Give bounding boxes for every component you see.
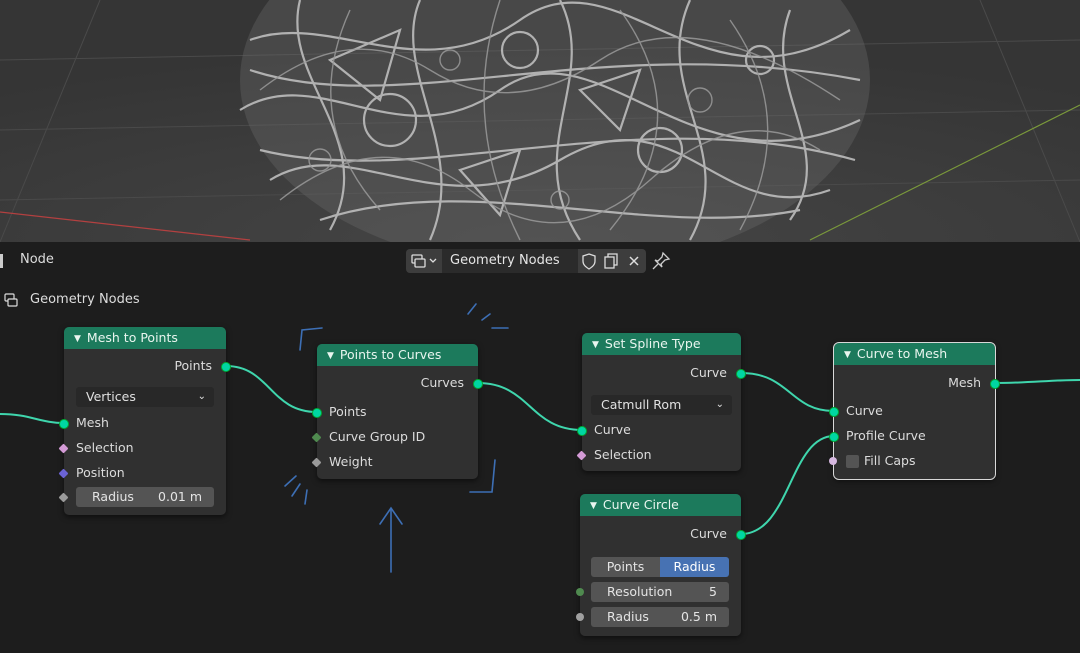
chevron-down-icon[interactable]: ▼ <box>844 344 851 366</box>
radius-field[interactable]: Radius 0.01 m <box>76 487 214 507</box>
input-profile-curve: Profile Curve <box>846 428 926 443</box>
chevron-down-icon: ⌄ <box>197 391 206 402</box>
link-curves-to-curve <box>477 382 583 431</box>
input-curve: Curve <box>846 403 883 418</box>
input-curve: Curve <box>594 422 631 437</box>
output-curve: Curve <box>690 526 727 541</box>
link-circle-to-profile <box>740 435 835 535</box>
input-resolution-socket[interactable] <box>576 588 584 596</box>
output-curve-socket[interactable] <box>736 369 746 379</box>
output-curve: Curve <box>690 365 727 380</box>
field-label: Radius <box>92 489 134 504</box>
output-mesh: Mesh <box>948 375 981 390</box>
node-points-to-curves[interactable]: ▼ Points to Curves Curves Points Curve Gr… <box>311 344 483 479</box>
node-title: Curve to Mesh <box>856 346 948 361</box>
link-spline-to-curve-to-mesh <box>740 372 835 412</box>
link-points-to-points <box>225 365 318 413</box>
mode-radius-button[interactable]: Radius <box>660 557 729 577</box>
chevron-down-icon: ⌄ <box>715 399 724 410</box>
output-curves-socket[interactable] <box>473 379 483 389</box>
output-curve-socket[interactable] <box>736 530 746 540</box>
input-fill-caps-socket[interactable] <box>829 457 837 465</box>
radius-field[interactable]: Radius 0.5 m <box>591 607 729 627</box>
spline-type-dropdown[interactable]: Catmull Rom ⌄ <box>591 395 732 415</box>
resolution-field[interactable]: Resolution 5 <box>591 582 729 602</box>
chevron-down-icon[interactable]: ▼ <box>74 328 81 350</box>
spline-type-value: Catmull Rom <box>601 397 682 412</box>
chevron-down-icon[interactable]: ▼ <box>590 495 597 517</box>
input-curve-group-id: Curve Group ID <box>329 429 426 444</box>
node-set-spline-type[interactable]: ▼ Set Spline Type Curve Catmull Rom ⌄ Curv… <box>576 333 746 471</box>
link-input-to-mesh <box>0 413 65 424</box>
chevron-down-icon[interactable]: ▼ <box>327 345 334 367</box>
node-curve-circle[interactable]: ▼ Curve Circle Curve Points Radius Resolu… <box>576 494 746 636</box>
input-curve-socket[interactable] <box>577 426 587 436</box>
3d-viewport[interactable] <box>0 0 1080 242</box>
output-mesh-socket[interactable] <box>990 379 1000 389</box>
chevron-down-icon[interactable]: ▼ <box>592 334 599 356</box>
input-points: Points <box>329 404 367 419</box>
input-mesh: Mesh <box>76 415 109 430</box>
input-radius-socket[interactable] <box>576 613 584 621</box>
input-selection: Selection <box>594 447 652 462</box>
node-header: ▼ Points to Curves <box>317 344 478 366</box>
node-title: Points to Curves <box>339 347 442 362</box>
input-profile-socket[interactable] <box>829 432 839 442</box>
node-title: Curve Circle <box>602 497 679 512</box>
mode-value: Vertices <box>86 389 136 404</box>
output-points-socket[interactable] <box>221 362 231 372</box>
field-label: Radius <box>607 609 649 624</box>
node-curve-to-mesh[interactable]: ▼ Curve to Mesh Mesh Curve Profile Curve … <box>829 342 1000 480</box>
viewport-render <box>0 0 1080 242</box>
input-curve-socket[interactable] <box>829 407 839 417</box>
field-label: Resolution <box>607 584 673 599</box>
fill-caps-label: Fill Caps <box>864 453 916 468</box>
node-mesh-to-points[interactable]: ▼ Mesh to Points Points Vertices ⌄ Mesh Se… <box>58 327 231 515</box>
node-header: ▼ Curve to Mesh <box>834 343 995 365</box>
node-title: Mesh to Points <box>86 330 178 345</box>
input-selection: Selection <box>76 440 134 455</box>
input-position: Position <box>76 465 125 480</box>
link-mesh-output <box>994 379 1080 384</box>
input-points-socket[interactable] <box>312 408 322 418</box>
field-value: 0.01 m <box>158 489 202 504</box>
mode-dropdown[interactable]: Vertices ⌄ <box>76 387 214 407</box>
field-value: 0.5 m <box>680 609 717 624</box>
input-mesh-socket[interactable] <box>59 419 69 429</box>
output-curves: Curves <box>420 375 464 390</box>
node-header: ▼ Set Spline Type <box>582 333 741 355</box>
output-points: Points <box>174 358 212 373</box>
field-value: 5 <box>709 584 717 599</box>
node-header: ▼ Mesh to Points <box>64 327 226 349</box>
node-editor[interactable]: Node Geometry Nodes Geometry Nodes ▼ Mes… <box>0 242 1080 653</box>
node-header: ▼ Curve Circle <box>580 494 741 516</box>
mode-points-button[interactable]: Points <box>591 557 660 577</box>
node-title: Set Spline Type <box>604 336 701 351</box>
wire-sphere <box>239 0 870 242</box>
input-weight: Weight <box>329 454 373 469</box>
